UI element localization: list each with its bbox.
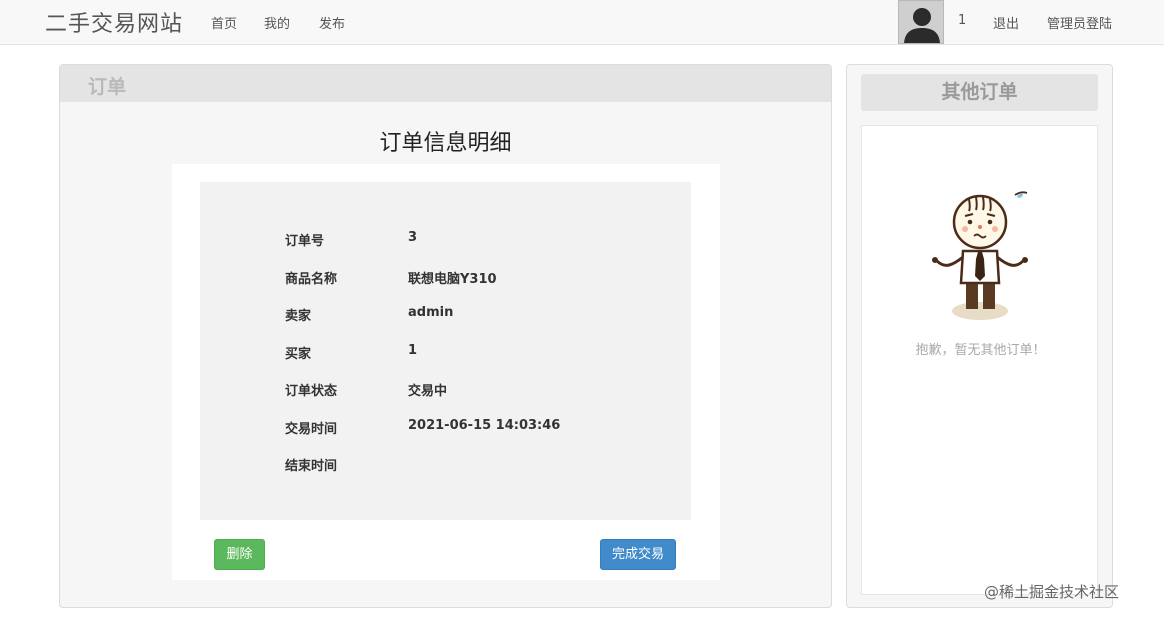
watermark-text: @稀土掘金技术社区 — [984, 583, 1120, 601]
order-panel-header: 订单 — [60, 65, 831, 102]
other-orders-panel: 其他订单 抱歉，暂无其他订单！ — [846, 64, 1113, 608]
order-status-value: 交易中 — [408, 384, 448, 399]
order-status-label: 订单状态 — [285, 384, 338, 399]
nav-home-link[interactable]: 首页 — [211, 13, 237, 32]
complete-trade-button[interactable]: 完成交易 — [600, 539, 676, 570]
nav-mine-link[interactable]: 我的 — [264, 13, 290, 32]
trade-time-label: 交易时间 — [285, 422, 338, 437]
nav-publish-link[interactable]: 发布 — [319, 13, 345, 32]
order-number-label: 订单号 — [285, 234, 325, 249]
order-panel-title: 订单 — [88, 76, 127, 98]
end-time-label: 结束时间 — [285, 459, 338, 474]
no-other-orders-message: 抱歉，暂无其他订单！ — [915, 343, 1046, 358]
order-number-value: 3 — [408, 230, 418, 245]
buyer-value: 1 — [408, 343, 418, 358]
trade-time-value: 2021-06-15 14:03:46 — [408, 418, 561, 433]
top-navbar: 二手交易网站 首页 我的 发布 1 退出 管理员登陆 — [0, 0, 1164, 45]
product-name-value: 联想电脑Y310 — [408, 272, 497, 287]
other-orders-body: 抱歉，暂无其他订单！ — [861, 125, 1098, 595]
site-brand[interactable]: 二手交易网站 — [45, 6, 183, 38]
sorry-mascot-icon — [917, 181, 1043, 335]
user-avatar-icon[interactable] — [898, 0, 944, 44]
seller-label: 卖家 — [285, 309, 312, 324]
product-name-label: 商品名称 — [285, 272, 338, 287]
nav-user-id[interactable]: 1 — [958, 13, 966, 28]
order-panel: 订单 订单信息明细 订单号 3 商品名称 联想电脑Y310 卖家 admin 买… — [59, 64, 832, 608]
logout-link[interactable]: 退出 — [993, 13, 1019, 32]
other-orders-title: 其他订单 — [861, 74, 1098, 111]
order-detail-table: 订单号 3 商品名称 联想电脑Y310 卖家 admin 买家 1 订单状态 交… — [200, 182, 691, 520]
order-detail-card: 订单号 3 商品名称 联想电脑Y310 卖家 admin 买家 1 订单状态 交… — [172, 164, 720, 580]
buyer-label: 买家 — [285, 347, 312, 362]
admin-login-link[interactable]: 管理员登陆 — [1047, 13, 1112, 32]
seller-value: admin — [408, 305, 454, 320]
delete-order-button[interactable]: 删除 — [214, 539, 265, 570]
order-detail-title: 订单信息明细 — [379, 131, 512, 156]
